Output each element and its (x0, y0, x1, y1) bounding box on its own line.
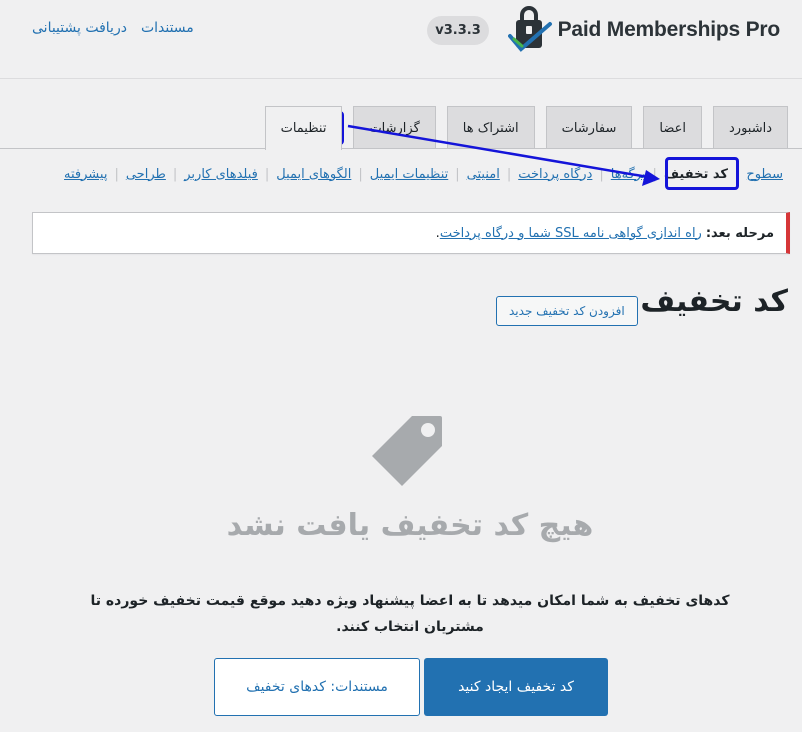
subnav-email-templates[interactable]: الگوهای ایمیل (269, 167, 358, 182)
version-badge: v3.3.3 (427, 16, 489, 45)
brand[interactable]: Paid Memberships Pro (507, 6, 781, 54)
header-links: مستندات دریافت پشتیبانی (32, 20, 194, 36)
tag-icon (372, 416, 442, 486)
tab-members[interactable]: اعضا (643, 106, 702, 149)
tab-orders[interactable]: سفارشات (545, 106, 633, 149)
subnav-separator: | (264, 166, 270, 182)
support-link[interactable]: دریافت پشتیبانی (32, 20, 127, 36)
next-step-notice: مرحله بعد: راه اندازی گواهی نامه SSL شما… (32, 212, 790, 254)
pmpro-logo-icon (507, 6, 552, 52)
subnav-separator: | (734, 166, 740, 182)
tab-subscriptions[interactable]: اشتراک ها (446, 106, 535, 149)
subnav-email-settings[interactable]: تنظیمات ایمیل (363, 167, 456, 182)
create-discount-code-button[interactable]: کد تخفیف ایجاد کنید (424, 658, 608, 716)
subnav-separator: | (652, 166, 657, 182)
subnav-advanced[interactable]: پیشرفته (57, 167, 114, 182)
empty-state-title: هیچ کد تخفیف یافت نشد (226, 508, 594, 543)
notice-suffix: . (435, 225, 440, 241)
subnav-separator: | (114, 166, 119, 182)
header-bar: Paid Memberships Pro v3.3.3 مستندات دریا… (0, 0, 802, 79)
tab-settings[interactable]: تنظیمات (264, 106, 343, 150)
subnav-separator: | (358, 166, 363, 182)
add-new-discount-button[interactable]: افزودن کد تخفیف جدید (496, 296, 638, 326)
subnav-discount-codes[interactable]: کد تخفیف (657, 167, 735, 182)
settings-subnav: سطوح | کد تخفیف | برگه‌ها | درگاه پرداخت… (57, 158, 790, 190)
subnav-separator: | (506, 166, 512, 182)
discount-codes-docs-button[interactable]: مستندات: کدهای تخفیف (214, 658, 420, 716)
brand-name: Paid Memberships Pro (557, 18, 781, 41)
tabs-divider (0, 148, 802, 149)
notice-prefix: مرحله بعد: (705, 225, 774, 241)
main-tabs: داشبورد اعضا سفارشات اشتراک ها گزارشات ت… (264, 106, 788, 150)
subnav-pages[interactable]: برگه‌ها (604, 167, 653, 182)
tab-reports[interactable]: گزارشات (353, 106, 436, 149)
page-title: کد تخفیف (640, 284, 788, 319)
subnav-levels[interactable]: سطوح (739, 167, 790, 182)
docs-link[interactable]: مستندات (141, 20, 194, 36)
subnav-separator: | (455, 166, 460, 182)
subnav-design[interactable]: طراحی (119, 167, 173, 182)
tab-dashboard[interactable]: داشبورد (713, 106, 788, 149)
subnav-security[interactable]: امنیتی (460, 167, 507, 182)
subnav-separator: | (172, 166, 178, 182)
subnav-user-fields[interactable]: فیلدهای کاربر (177, 167, 265, 182)
empty-state-description: کدهای تخفیف به شما امکان میدهد تا به اعض… (90, 593, 730, 635)
subnav-separator: | (599, 166, 604, 182)
notice-ssl-link[interactable]: راه اندازی گواهی نامه SSL شما و درگاه پر… (440, 226, 702, 241)
subnav-payment-gateway[interactable]: درگاه پرداخت (511, 167, 599, 182)
